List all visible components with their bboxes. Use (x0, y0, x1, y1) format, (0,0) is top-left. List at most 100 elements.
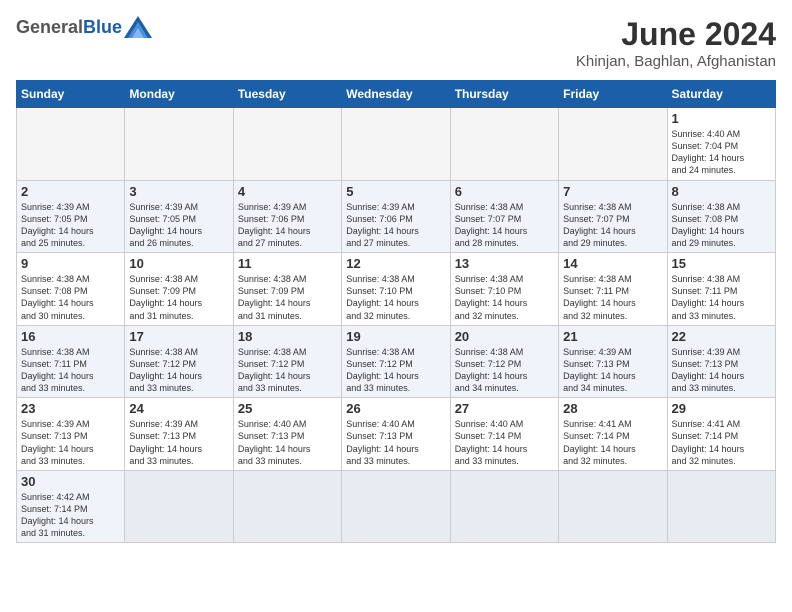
day-number: 7 (563, 184, 662, 199)
day-info: Sunrise: 4:39 AM Sunset: 7:06 PM Dayligh… (238, 201, 337, 250)
day-number: 11 (238, 256, 337, 271)
day-number: 5 (346, 184, 445, 199)
calendar-day-cell: 11 Sunrise: 4:38 AM Sunset: 7:09 PM Dayli… (233, 253, 341, 326)
calendar-day-cell: 21Sunrise: 4:39 AM Sunset: 7:13 PM Dayli… (559, 325, 667, 398)
weekday-header-friday: Friday (559, 81, 667, 108)
day-number: 20 (455, 329, 554, 344)
day-info: Sunrise: 4:40 AM Sunset: 7:13 PM Dayligh… (346, 418, 445, 467)
logo-blue-text: Blue (83, 17, 122, 38)
calendar-day-cell: 16Sunrise: 4:38 AM Sunset: 7:11 PM Dayli… (17, 325, 125, 398)
day-info: Sunrise: 4:39 AM Sunset: 7:06 PM Dayligh… (346, 201, 445, 250)
calendar-table: SundayMondayTuesdayWednesdayThursdayFrid… (16, 80, 776, 543)
calendar-week-row: 23Sunrise: 4:39 AM Sunset: 7:13 PM Dayli… (17, 398, 776, 471)
location: Khinjan, Baghlan, Afghanistan (576, 53, 776, 70)
calendar-day-cell: 7 Sunrise: 4:38 AM Sunset: 7:07 PM Daylig… (559, 180, 667, 253)
calendar-week-row: 30Sunrise: 4:42 AM Sunset: 7:14 PM Dayli… (17, 470, 776, 543)
page-header: GeneralBlue June 2024 Khinjan, Baghlan, … (16, 16, 776, 70)
calendar-day-cell: 4Sunrise: 4:39 AM Sunset: 7:06 PM Daylig… (233, 180, 341, 253)
day-info: Sunrise: 4:38 AM Sunset: 7:12 PM Dayligh… (238, 346, 337, 395)
day-number: 24 (129, 401, 228, 416)
calendar-day-cell: 20 Sunrise: 4:38 AM Sunset: 7:12 PM Dayli… (450, 325, 558, 398)
weekday-header-sunday: Sunday (17, 81, 125, 108)
calendar-day-cell: 14Sunrise: 4:38 AM Sunset: 7:11 PM Dayli… (559, 253, 667, 326)
day-info: Sunrise: 4:38 AM Sunset: 7:12 PM Dayligh… (129, 346, 228, 395)
day-info: Sunrise: 4:38 AM Sunset: 7:09 PM Dayligh… (129, 273, 228, 322)
day-number: 27 (455, 401, 554, 416)
day-info: Sunrise: 4:38 AM Sunset: 7:12 PM Dayligh… (346, 346, 445, 395)
day-number: 18 (238, 329, 337, 344)
day-info: Sunrise: 4:39 AM Sunset: 7:13 PM Dayligh… (672, 346, 771, 395)
calendar-day-cell: 1Sunrise: 4:40 AM Sunset: 7:04 PM Daylig… (667, 108, 775, 181)
calendar-day-cell: 27 Sunrise: 4:40 AM Sunset: 7:14 PM Dayli… (450, 398, 558, 471)
day-info: Sunrise: 4:38 AM Sunset: 7:10 PM Dayligh… (455, 273, 554, 322)
day-info: Sunrise: 4:39 AM Sunset: 7:05 PM Dayligh… (21, 201, 120, 250)
day-number: 22 (672, 329, 771, 344)
day-number: 12 (346, 256, 445, 271)
day-info: Sunrise: 4:41 AM Sunset: 7:14 PM Dayligh… (672, 418, 771, 467)
calendar-day-cell: 18 Sunrise: 4:38 AM Sunset: 7:12 PM Dayli… (233, 325, 341, 398)
day-number: 14 (563, 256, 662, 271)
calendar-week-row: 16Sunrise: 4:38 AM Sunset: 7:11 PM Dayli… (17, 325, 776, 398)
calendar-week-row: 9Sunrise: 4:38 AM Sunset: 7:08 PM Daylig… (17, 253, 776, 326)
day-number: 3 (129, 184, 228, 199)
day-info: Sunrise: 4:38 AM Sunset: 7:10 PM Dayligh… (346, 273, 445, 322)
day-info: Sunrise: 4:40 AM Sunset: 7:14 PM Dayligh… (455, 418, 554, 467)
calendar-week-row: 1Sunrise: 4:40 AM Sunset: 7:04 PM Daylig… (17, 108, 776, 181)
calendar-day-cell: 12 Sunrise: 4:38 AM Sunset: 7:10 PM Dayli… (342, 253, 450, 326)
calendar-day-cell (450, 108, 558, 181)
calendar-day-cell: 24Sunrise: 4:39 AM Sunset: 7:13 PM Dayli… (125, 398, 233, 471)
calendar-day-cell: 26 Sunrise: 4:40 AM Sunset: 7:13 PM Dayli… (342, 398, 450, 471)
day-info: Sunrise: 4:39 AM Sunset: 7:13 PM Dayligh… (563, 346, 662, 395)
logo: GeneralBlue (16, 16, 152, 38)
calendar-day-cell: 13 Sunrise: 4:38 AM Sunset: 7:10 PM Dayli… (450, 253, 558, 326)
calendar-day-cell: 6Sunrise: 4:38 AM Sunset: 7:07 PM Daylig… (450, 180, 558, 253)
day-number: 30 (21, 474, 120, 489)
day-number: 15 (672, 256, 771, 271)
weekday-header-saturday: Saturday (667, 81, 775, 108)
calendar-day-cell (559, 470, 667, 543)
day-info: Sunrise: 4:40 AM Sunset: 7:13 PM Dayligh… (238, 418, 337, 467)
calendar-day-cell: 23Sunrise: 4:39 AM Sunset: 7:13 PM Dayli… (17, 398, 125, 471)
calendar-day-cell: 2 Sunrise: 4:39 AM Sunset: 7:05 PM Daylig… (17, 180, 125, 253)
calendar-day-cell: 9Sunrise: 4:38 AM Sunset: 7:08 PM Daylig… (17, 253, 125, 326)
calendar-day-cell: 29 Sunrise: 4:41 AM Sunset: 7:14 PM Dayli… (667, 398, 775, 471)
calendar-day-cell: 3 Sunrise: 4:39 AM Sunset: 7:05 PM Daylig… (125, 180, 233, 253)
day-number: 9 (21, 256, 120, 271)
day-info: Sunrise: 4:38 AM Sunset: 7:12 PM Dayligh… (455, 346, 554, 395)
day-info: Sunrise: 4:38 AM Sunset: 7:07 PM Dayligh… (563, 201, 662, 250)
day-info: Sunrise: 4:38 AM Sunset: 7:08 PM Dayligh… (672, 201, 771, 250)
day-info: Sunrise: 4:41 AM Sunset: 7:14 PM Dayligh… (563, 418, 662, 467)
calendar-week-row: 2 Sunrise: 4:39 AM Sunset: 7:05 PM Daylig… (17, 180, 776, 253)
day-info: Sunrise: 4:38 AM Sunset: 7:11 PM Dayligh… (21, 346, 120, 395)
day-number: 29 (672, 401, 771, 416)
calendar-day-cell (667, 470, 775, 543)
calendar-day-cell (17, 108, 125, 181)
month-title: June 2024 (576, 16, 776, 53)
day-number: 8 (672, 184, 771, 199)
day-info: Sunrise: 4:40 AM Sunset: 7:04 PM Dayligh… (672, 128, 771, 177)
calendar-day-cell (233, 108, 341, 181)
logo-general-text: General (16, 17, 83, 38)
day-info: Sunrise: 4:39 AM Sunset: 7:05 PM Dayligh… (129, 201, 228, 250)
calendar-day-cell (559, 108, 667, 181)
weekday-header-tuesday: Tuesday (233, 81, 341, 108)
calendar-day-cell (233, 470, 341, 543)
calendar-day-cell (342, 108, 450, 181)
day-number: 26 (346, 401, 445, 416)
calendar-day-cell (342, 470, 450, 543)
day-number: 28 (563, 401, 662, 416)
calendar-day-cell: 25Sunrise: 4:40 AM Sunset: 7:13 PM Dayli… (233, 398, 341, 471)
day-info: Sunrise: 4:38 AM Sunset: 7:07 PM Dayligh… (455, 201, 554, 250)
day-number: 13 (455, 256, 554, 271)
calendar-day-cell: 28 Sunrise: 4:41 AM Sunset: 7:14 PM Dayli… (559, 398, 667, 471)
calendar-day-cell: 5 Sunrise: 4:39 AM Sunset: 7:06 PM Daylig… (342, 180, 450, 253)
weekday-header-row: SundayMondayTuesdayWednesdayThursdayFrid… (17, 81, 776, 108)
calendar-day-cell: 19Sunrise: 4:38 AM Sunset: 7:12 PM Dayli… (342, 325, 450, 398)
day-info: Sunrise: 4:38 AM Sunset: 7:09 PM Dayligh… (238, 273, 337, 322)
title-block: June 2024 Khinjan, Baghlan, Afghanistan (576, 16, 776, 70)
calendar-day-cell (125, 108, 233, 181)
day-number: 2 (21, 184, 120, 199)
calendar-day-cell: 22 Sunrise: 4:39 AM Sunset: 7:13 PM Dayli… (667, 325, 775, 398)
weekday-header-thursday: Thursday (450, 81, 558, 108)
day-number: 10 (129, 256, 228, 271)
